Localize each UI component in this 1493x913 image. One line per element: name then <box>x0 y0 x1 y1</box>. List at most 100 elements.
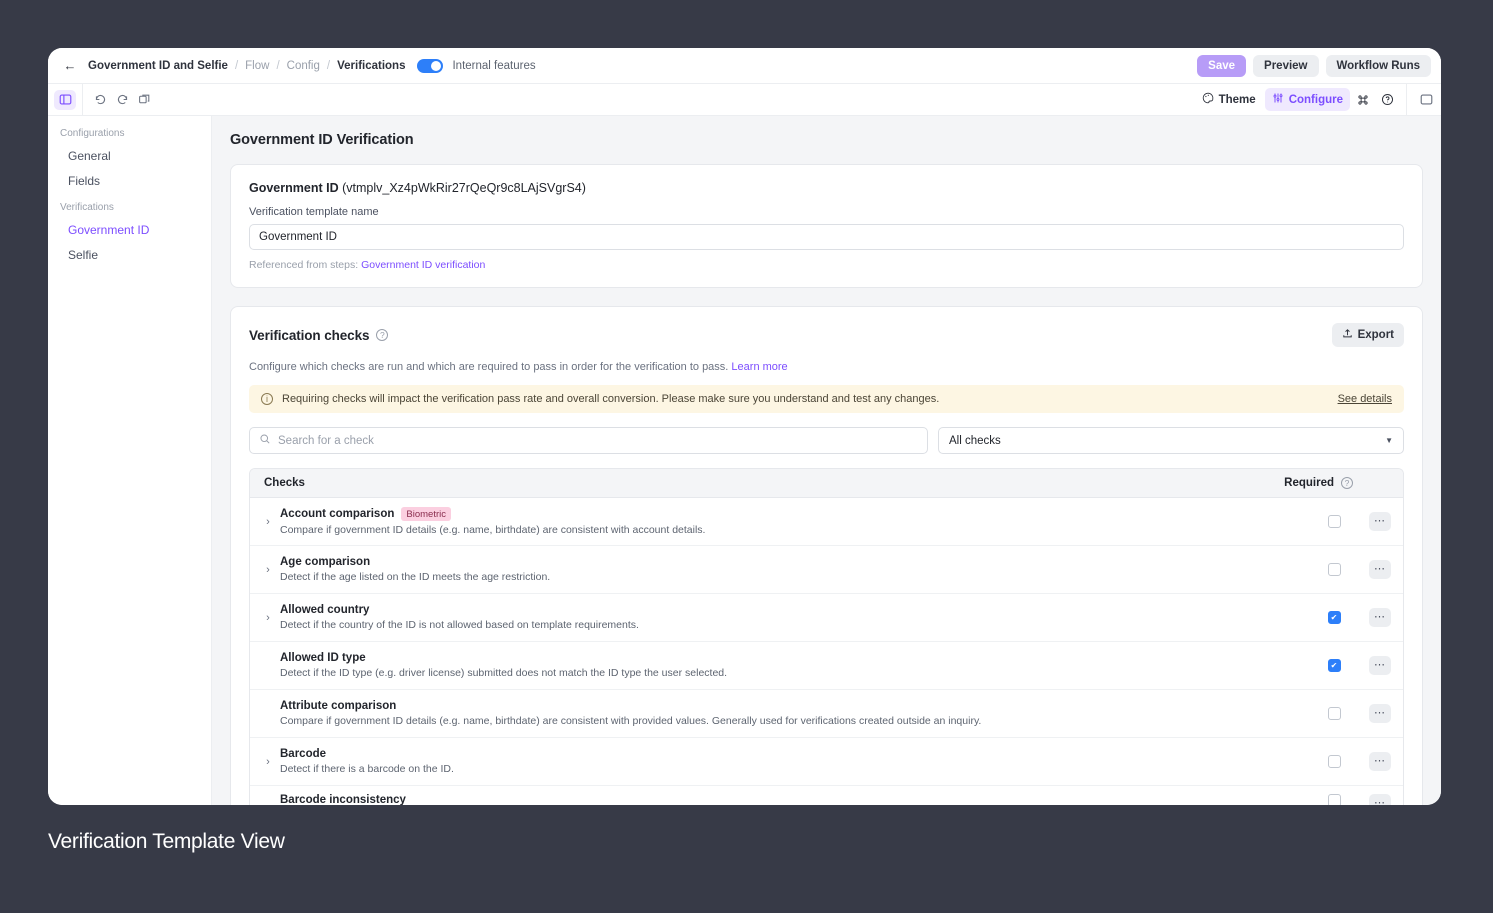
breadcrumb-item-3[interactable]: Verifications <box>337 60 405 72</box>
export-button[interactable]: Export <box>1331 323 1404 347</box>
right-panel-icon[interactable] <box>1415 90 1437 110</box>
required-checkbox-cell <box>1311 515 1357 528</box>
background-mask <box>1441 0 1493 913</box>
warning-callout: i Requiring checks will impact the verif… <box>249 385 1404 413</box>
arrow-left-icon[interactable]: ← <box>60 56 80 76</box>
required-checkbox[interactable] <box>1327 611 1341 624</box>
row-body: Account comparison Biometric Compare if go… <box>280 507 1311 536</box>
search-icon <box>259 432 271 450</box>
table-row[interactable]: › Age comparison Detect if the age listed … <box>250 546 1403 594</box>
required-checkbox-cell <box>1311 755 1357 768</box>
row-title-line: Allowed country <box>280 604 1297 616</box>
row-description: Compare if government ID details (e.g. n… <box>280 524 706 536</box>
row-expand-chevron-icon[interactable]: › <box>250 612 280 624</box>
side-panel-icon[interactable] <box>54 89 76 110</box>
required-checkbox-cell <box>1311 611 1357 624</box>
referenced-step-link[interactable]: Government ID verification <box>361 259 485 271</box>
row-menu-cell: ⋯ <box>1357 512 1403 531</box>
row-menu-button[interactable]: ⋯ <box>1369 560 1391 579</box>
row-title: Barcode inconsistency <box>280 794 406 805</box>
row-title-line: Barcode <box>280 748 1297 760</box>
breadcrumb-separator: / <box>234 59 239 72</box>
theme-button[interactable]: Theme <box>1195 88 1263 111</box>
row-expand-chevron-icon[interactable]: › <box>250 564 280 576</box>
breadcrumb-separator: / <box>326 59 331 72</box>
table-row[interactable]: Allowed ID type Detect if the ID type (e.… <box>250 642 1403 690</box>
row-menu-button[interactable]: ⋯ <box>1369 704 1391 723</box>
checks-table: Checks Required ? › Account comparison Bio… <box>249 468 1404 805</box>
template-name-input[interactable] <box>249 224 1404 250</box>
verification-template-card: Government ID (vtmplv_Xz4pWkRir27rQeQr9c… <box>230 164 1423 288</box>
see-details-link[interactable]: See details <box>1338 393 1392 405</box>
table-row[interactable]: Barcode inconsistency ⋯ <box>250 786 1403 805</box>
learn-more-link[interactable]: Learn more <box>731 361 787 373</box>
required-checkbox-cell <box>1311 563 1357 576</box>
row-expand-chevron-icon[interactable]: › <box>250 756 280 768</box>
copy-frame-icon[interactable] <box>133 90 155 110</box>
description-text: Configure which checks are run and which… <box>249 361 729 373</box>
save-button[interactable]: Save <box>1197 54 1247 77</box>
question-circle-icon[interactable] <box>1376 90 1398 110</box>
row-menu-button[interactable]: ⋯ <box>1369 656 1391 675</box>
checks-table-header: Checks Required ? <box>250 469 1403 498</box>
row-title-line: Allowed ID type <box>280 652 1297 664</box>
row-title: Account comparison <box>280 508 395 520</box>
redo-icon[interactable] <box>111 90 133 110</box>
configure-label: Configure <box>1288 93 1343 106</box>
row-title-line: Account comparison Biometric <box>280 507 1297 521</box>
sidebar: Configurations General Fields Verificati… <box>48 116 212 805</box>
palette-icon <box>1202 92 1214 107</box>
sidebar-item-fields[interactable]: Fields <box>48 169 211 194</box>
required-checkbox[interactable] <box>1327 755 1341 768</box>
row-menu-button[interactable]: ⋯ <box>1369 794 1391 805</box>
table-row[interactable]: › Account comparison Biometric Compare if g… <box>250 498 1403 546</box>
theme-label: Theme <box>1218 93 1256 106</box>
search-input[interactable] <box>278 434 918 447</box>
preview-button[interactable]: Preview <box>1253 54 1319 77</box>
window-body: Configurations General Fields Verificati… <box>48 116 1441 805</box>
sidebar-item-selfie[interactable]: Selfie <box>48 243 211 268</box>
toolbar-divider <box>82 83 83 116</box>
table-row[interactable]: › Barcode Detect if there is a barcode on … <box>250 738 1403 786</box>
template-name-label: Verification template name <box>249 206 379 218</box>
upload-icon <box>1342 328 1353 342</box>
sidebar-item-general[interactable]: General <box>48 144 211 169</box>
table-row[interactable]: › Allowed country Detect if the country of… <box>250 594 1403 642</box>
required-checkbox[interactable] <box>1327 707 1341 720</box>
row-title: Allowed ID type <box>280 652 366 664</box>
command-icon[interactable] <box>1352 90 1374 110</box>
breadcrumb: Government ID and Selfie / Flow / Config… <box>88 60 405 72</box>
internal-features-toggle[interactable] <box>417 58 444 73</box>
template-name: Government ID <box>249 181 339 195</box>
required-checkbox[interactable] <box>1327 794 1341 805</box>
required-checkbox[interactable] <box>1327 659 1341 672</box>
required-checkbox[interactable] <box>1327 515 1341 528</box>
workflow-runs-button[interactable]: Workflow Runs <box>1325 54 1431 77</box>
row-expand-chevron-icon[interactable]: › <box>250 516 280 528</box>
breadcrumb-item-1[interactable]: Flow <box>245 60 269 72</box>
row-description: Compare if government ID details (e.g. n… <box>280 715 982 727</box>
row-description: Detect if the ID type (e.g. driver licen… <box>280 667 728 679</box>
template-id: (vtmplv_Xz4pWkRir27rQeQr9c8LAjSVgrS4) <box>342 181 586 195</box>
toolbar-divider <box>1406 83 1407 116</box>
checks-filter-select[interactable]: All checks ▼ <box>938 427 1404 454</box>
row-menu-button[interactable]: ⋯ <box>1369 512 1391 531</box>
breadcrumb-item-0[interactable]: Government ID and Selfie <box>88 60 228 72</box>
page-title: Government ID Verification <box>230 132 414 148</box>
search-field[interactable] <box>249 427 928 454</box>
row-title: Age comparison <box>280 556 371 568</box>
template-heading: Government ID (vtmplv_Xz4pWkRir27rQeQr9c… <box>249 181 1404 195</box>
sidebar-item-government-id[interactable]: Government ID <box>48 218 211 243</box>
verification-checks-title: Verification checks <box>249 327 370 343</box>
column-header-required: Required <box>1284 477 1334 489</box>
row-menu-button[interactable]: ⋯ <box>1369 752 1391 771</box>
breadcrumb-item-2[interactable]: Config <box>287 60 320 72</box>
required-checkbox[interactable] <box>1327 563 1341 576</box>
question-circle-icon[interactable]: ? <box>1341 477 1353 489</box>
configure-button[interactable]: Configure <box>1264 88 1350 111</box>
question-circle-icon[interactable]: ? <box>376 329 389 341</box>
undo-icon[interactable] <box>89 90 111 110</box>
row-menu-button[interactable]: ⋯ <box>1369 608 1391 627</box>
table-row[interactable]: Attribute comparison Compare if governmen… <box>250 690 1403 738</box>
